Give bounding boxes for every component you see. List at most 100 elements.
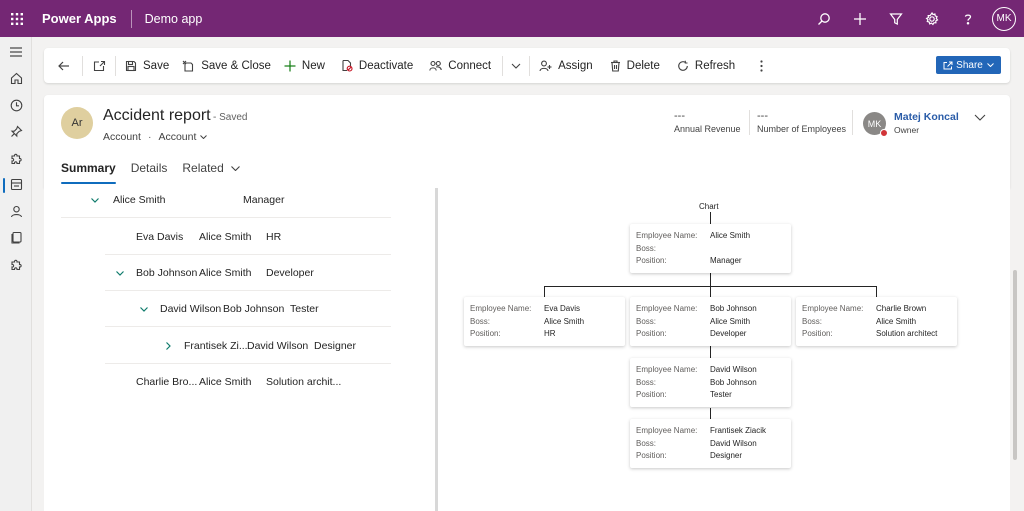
position-cell: Manager	[243, 194, 285, 206]
employee-name-cell: Bob Johnson	[136, 267, 198, 279]
field-label: Boss:	[636, 243, 657, 253]
tab-summary[interactable]: Summary	[61, 157, 116, 184]
document-icon[interactable]	[0, 225, 32, 252]
field-label: Employee Name:	[636, 365, 698, 374]
open-new-window-icon[interactable]	[83, 48, 115, 83]
save-button[interactable]: Save	[125, 48, 169, 83]
connector-line	[544, 286, 545, 297]
owner-label: Owner	[894, 125, 920, 135]
position-value: Solution architect	[876, 329, 938, 338]
field-label: Employee Name:	[636, 304, 698, 313]
expanded-chevron-icon[interactable]	[140, 291, 148, 327]
vertical-scrollbar[interactable]	[1013, 270, 1017, 460]
employee-card[interactable]: Employee Name: Frantisek Ziacik Boss: Davi…	[630, 419, 791, 468]
employee-name-cell: David Wilson	[160, 303, 222, 315]
employee-name: Frantisek Ziacik	[710, 426, 767, 435]
table-row[interactable]: Bob Johnson Alice Smith Developer	[105, 255, 391, 291]
share-button[interactable]: Share	[936, 56, 1001, 74]
deactivate-icon	[342, 59, 353, 72]
separator-dot: ·	[147, 131, 152, 143]
field-label: Position:	[636, 390, 667, 399]
tab-related[interactable]: Related	[182, 157, 240, 179]
collapsed-chevron-icon[interactable]	[166, 328, 171, 364]
settings-gear-icon[interactable]	[914, 0, 950, 37]
position-cell: Solution archit...	[266, 376, 342, 388]
table-row[interactable]: Alice Smith Manager	[61, 182, 391, 218]
header-field-annual-revenue: --- Annual Revenue	[674, 110, 741, 134]
chevron-down-icon	[986, 63, 994, 67]
table-row[interactable]: Charlie Bro... Alice Smith Solution arch…	[105, 364, 391, 400]
owner-name-link[interactable]: Matej Koncal	[894, 111, 959, 123]
employee-card[interactable]: Employee Name: Alice Smith Boss: Position…	[630, 224, 791, 273]
chevron-down-icon	[230, 165, 240, 171]
filter-icon[interactable]	[878, 0, 914, 37]
top-bar: Power Apps Demo app MK	[0, 0, 1024, 37]
connect-label: Connect	[448, 59, 492, 72]
boss-name: Alice Smith	[876, 316, 917, 326]
accounts-icon[interactable]	[0, 172, 32, 199]
field-label: Employee Name:	[636, 426, 698, 435]
recent-clock-icon[interactable]	[0, 92, 32, 119]
boss-name: David Wilson	[710, 438, 757, 448]
employee-name: Bob Johnson	[710, 304, 757, 313]
table-row[interactable]: Frantisek Zi... David Wilson Designer	[105, 328, 391, 364]
boss-name: Alice Smith	[544, 316, 585, 326]
field-label: Position:	[802, 329, 833, 338]
app-name[interactable]: Power Apps	[42, 11, 117, 26]
assign-label: Assign	[558, 59, 593, 72]
more-commands-icon[interactable]	[756, 48, 766, 83]
table-row[interactable]: David Wilson Bob Johnson Tester	[105, 291, 391, 327]
chevron-down-icon[interactable]	[200, 135, 208, 139]
refresh-icon	[678, 60, 688, 71]
boss-name: Bob Johnson	[710, 377, 757, 387]
field-label: Boss:	[636, 438, 657, 448]
table-row[interactable]: Eva Davis Alice Smith HR	[105, 219, 391, 255]
field-label: Position:	[636, 329, 667, 338]
tab-details[interactable]: Details	[131, 157, 168, 179]
search-icon[interactable]	[806, 0, 842, 37]
save-and-close-button[interactable]: Save & Close	[182, 48, 271, 83]
connect-button[interactable]: Connect	[429, 48, 491, 83]
assign-button[interactable]: Assign	[539, 48, 593, 83]
left-navigation-rail	[0, 37, 32, 511]
command-bar: Save Save & Close New Deactivate Connect…	[44, 48, 1010, 83]
employee-card[interactable]: Employee Name: Charlie Brown Boss: Alice S…	[796, 297, 957, 346]
divider	[749, 110, 750, 135]
share-icon	[943, 61, 953, 69]
contacts-person-icon[interactable]	[0, 198, 32, 225]
refresh-button[interactable]: Refresh	[677, 48, 735, 83]
number-of-employees-value: ---	[757, 110, 768, 122]
delete-button[interactable]: Delete	[610, 48, 660, 83]
employee-card[interactable]: Employee Name: Bob Johnson Boss: Alice Smi…	[630, 297, 791, 346]
pinned-icon[interactable]	[0, 119, 32, 146]
expanded-chevron-icon[interactable]	[91, 182, 99, 218]
pane-splitter[interactable]	[435, 188, 438, 511]
plus-icon	[284, 60, 296, 71]
home-icon[interactable]	[0, 66, 32, 93]
hamburger-menu-icon[interactable]	[0, 39, 32, 66]
back-arrow-icon[interactable]	[44, 48, 82, 83]
puzzle-icon[interactable]	[0, 251, 32, 278]
connect-dropdown-chevron-icon[interactable]	[503, 48, 529, 83]
employee-card[interactable]: Employee Name: David Wilson Boss: Bob John…	[630, 358, 791, 407]
boss-cell: Alice Smith	[199, 267, 252, 279]
employee-card[interactable]: Employee Name: Eva Davis Boss: Alice Smith…	[464, 297, 625, 346]
boss-name: Alice Smith	[710, 316, 751, 326]
form-selector[interactable]: Account	[158, 131, 196, 143]
waffle-icon[interactable]	[0, 0, 34, 37]
puzzle-icon[interactable]	[0, 145, 32, 172]
help-icon[interactable]	[950, 0, 986, 37]
user-avatar[interactable]: MK	[992, 6, 1016, 31]
employee-name: David Wilson	[710, 365, 757, 374]
expanded-chevron-icon[interactable]	[116, 255, 124, 291]
new-button[interactable]: New	[284, 48, 325, 83]
field-label: Employee Name:	[636, 231, 698, 240]
deactivate-button[interactable]: Deactivate	[341, 48, 413, 83]
divider	[852, 110, 853, 135]
expand-header-chevron-icon[interactable]	[974, 114, 986, 121]
save-and-close-label: Save & Close	[201, 59, 271, 72]
app-module-name[interactable]: Demo app	[145, 12, 203, 26]
employee-name: Alice Smith	[710, 231, 751, 240]
position-cell: Tester	[290, 303, 319, 315]
plus-icon[interactable]	[842, 0, 878, 37]
